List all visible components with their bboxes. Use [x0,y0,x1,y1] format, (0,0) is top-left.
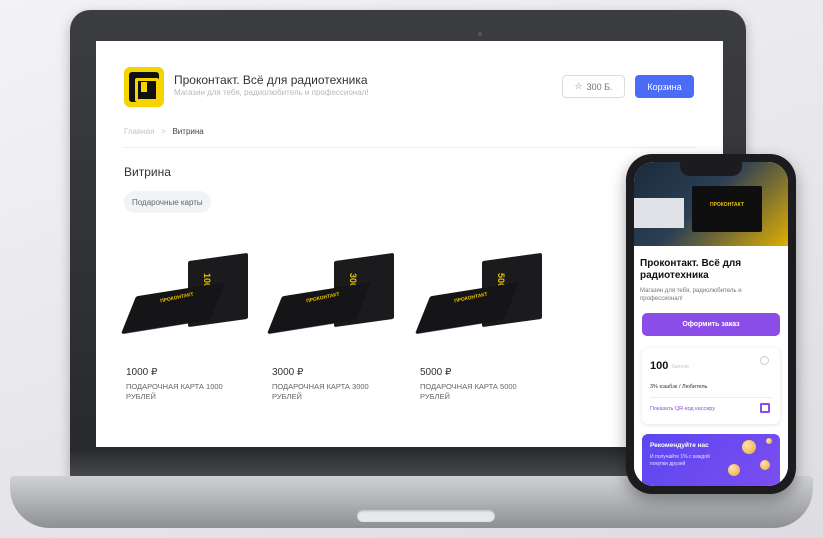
logo-mark-icon [129,72,159,102]
product-name[interactable]: ПОДАРОЧНАЯ КАРТА 3000 РУБЛЕЙ [272,382,394,402]
points-label: 300 Б. [586,81,613,92]
show-qr-link[interactable]: Показать QR-код кассиру [650,406,715,412]
product-card[interactable]: 5000 ПРОКОНТАКТ 5000 ₽ ПОДАРОЧНАЯ КАРТА … [415,251,550,402]
bonus-value: 100 [650,360,669,372]
product-name[interactable]: ПОДАРОЧНАЯ КАРТА 1000 РУБЛЕЙ [126,382,248,402]
brand-subtitle: Магазин для тебя, радиолюбитель и профес… [174,88,369,97]
brand-title: Проконтакт. Всё для радиотехника [174,73,368,87]
recommend-title: Рекомендуйте нас [650,442,709,449]
phone-subtitle: Магазин для тебя, радиолюбитель и профес… [640,288,742,302]
breadcrumb-current: Витрина [172,127,204,136]
recommend-subtitle: И получайте 1% с каждой покупки друзей [650,454,710,467]
points-button[interactable]: ☆ 300 Б. [562,75,625,98]
coin-icon [766,438,772,444]
hero-box-left [634,198,684,228]
camera-dot [478,32,482,36]
breadcrumb: Главная > Витрина [124,127,204,136]
product-image[interactable]: 5000 ПРОКОНТАКТ [415,251,545,361]
brand-logo[interactable] [124,67,164,107]
bonus-unit: баллов [672,364,689,370]
coin-icon [728,464,740,476]
clock-icon[interactable] [760,356,769,365]
product-image[interactable]: 3000 ПРОКОНТАКТ [267,251,397,361]
product-price: 3000 ₽ [272,367,304,378]
site-header: Проконтакт. Всё для радиотехника Магазин… [124,67,696,107]
bonus-divider [650,397,772,398]
star-icon: ☆ [574,81,583,91]
coin-icon [760,460,770,470]
bonus-card: 100 баллов 3% кэшбэк / Любитель Показать… [642,348,780,424]
order-button[interactable]: Оформить заказ [642,313,780,336]
cart-button[interactable]: Корзина [635,75,694,98]
phone-notch [680,162,742,176]
phone-frame: ПРОКОНТАКТ Проконтакт. Всё для радиотехн… [626,154,796,494]
product-price: 5000 ₽ [420,367,452,378]
product-price: 1000 ₽ [126,367,158,378]
laptop-notch [357,510,495,522]
recommend-banner[interactable]: Рекомендуйте нас И получайте 1% с каждой… [642,434,780,486]
breadcrumb-home[interactable]: Главная [124,127,154,136]
cashback-level: 3% кэшбэк / Любитель [650,384,708,390]
hero-gift-box [692,186,762,232]
qr-code-icon[interactable] [760,403,770,413]
page-title: Витрина [124,165,171,179]
category-chip[interactable]: Подарочные карты [124,191,211,213]
product-image[interactable]: 1000 ПРОКОНТАКТ [121,251,251,361]
product-name[interactable]: ПОДАРОЧНАЯ КАРТА 5000 РУБЛЕЙ [420,382,542,402]
header-divider [124,147,696,148]
phone-title: Проконтакт. Всё для радиотехника [640,258,742,281]
coin-icon [742,440,756,454]
product-card[interactable]: 3000 ПРОКОНТАКТ 3000 ₽ ПОДАРОЧНАЯ КАРТА … [267,251,402,402]
breadcrumb-separator: > [161,127,166,136]
phone-screen: ПРОКОНТАКТ Проконтакт. Всё для радиотехн… [634,162,788,486]
product-card[interactable]: 1000 ПРОКОНТАКТ 1000 ₽ ПОДАРОЧНАЯ КАРТА … [121,251,256,402]
hero-box-brand: ПРОКОНТАКТ [710,202,744,208]
